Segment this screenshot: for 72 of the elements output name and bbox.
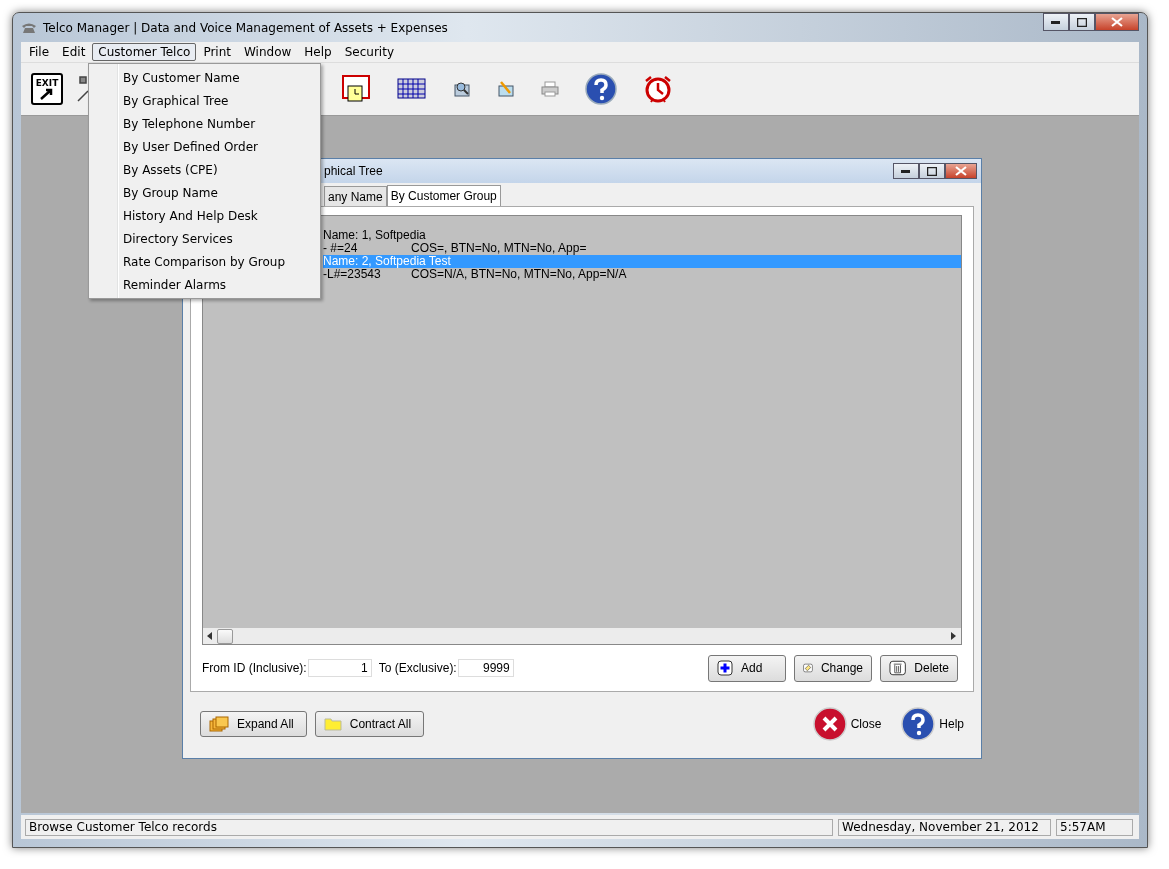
restore-button[interactable]	[919, 163, 945, 179]
restore-icon	[927, 166, 937, 176]
close-icon	[955, 166, 967, 176]
dropdown-item[interactable]: By User Defined Order	[91, 135, 318, 158]
status-date: Wednesday, November 21, 2012	[838, 818, 1051, 836]
edit-icon[interactable]	[497, 80, 515, 98]
menu-item[interactable]: Edit	[56, 43, 92, 61]
menu-item[interactable]: Help	[298, 43, 338, 61]
window-title: phical Tree	[324, 164, 383, 178]
printer-icon[interactable]	[541, 81, 559, 97]
status-time: 5:57AM	[1056, 818, 1133, 836]
menu-item[interactable]: Customer Telco	[92, 43, 197, 61]
tab[interactable]: any Name	[324, 186, 387, 206]
maximize-icon	[1077, 17, 1087, 27]
minimize-button[interactable]	[1043, 13, 1069, 31]
action-button[interactable]: Add	[708, 654, 786, 682]
dropdown-item[interactable]: Reminder Alarms	[91, 273, 318, 296]
minimize-button[interactable]	[893, 163, 919, 179]
tool-icon[interactable]	[77, 75, 89, 103]
close-button[interactable]	[945, 163, 977, 179]
menu-item[interactable]: Security	[338, 43, 400, 61]
trash-icon	[889, 660, 907, 677]
search-icon[interactable]	[453, 80, 471, 98]
status-message: Browse Customer Telco records	[25, 818, 833, 836]
dropdown-item[interactable]: History And Help Desk	[91, 204, 318, 227]
folders-icon	[209, 716, 229, 732]
plus-icon	[717, 660, 733, 677]
dropdown-item[interactable]: Rate Comparison by Group	[91, 250, 318, 273]
dropdown-item[interactable]: By Telephone Number	[91, 112, 318, 135]
tree-button[interactable]: Expand All	[200, 711, 307, 737]
tree-button[interactable]: Contract All	[314, 711, 425, 737]
scroll-right-icon[interactable]	[951, 632, 957, 641]
menu-item[interactable]: Print	[197, 43, 237, 61]
exit-button[interactable]: EXIT	[31, 73, 63, 105]
scroll-thumb[interactable]	[217, 628, 233, 644]
dropdown-item[interactable]: By Customer Name	[91, 66, 318, 89]
minimize-icon	[901, 169, 911, 173]
help-icon	[901, 707, 936, 741]
dropdown-item[interactable]: By Group Name	[91, 181, 318, 204]
action-button[interactable]: Change	[794, 654, 872, 682]
dropdown-item[interactable]: By Graphical Tree	[91, 89, 318, 112]
dialog-button[interactable]: Close	[812, 707, 882, 741]
leaf-details: COS=N/A, BTN=No, MTN=No, App=N/A	[411, 268, 627, 281]
maximize-button[interactable]	[1069, 13, 1095, 31]
help-icon[interactable]	[585, 73, 617, 105]
dropdown-item[interactable]: Directory Services	[91, 227, 318, 250]
tree-leaf[interactable]: - #=24	[323, 242, 411, 255]
leaf-details: COS=, BTN=No, MTN=No, App=	[411, 242, 587, 255]
horizontal-scrollbar[interactable]	[203, 628, 961, 645]
folder-icon	[323, 717, 342, 731]
close-button[interactable]	[1095, 13, 1139, 31]
dialog-button[interactable]: Help	[901, 707, 964, 741]
field-label: To (Exclusive):	[378, 661, 457, 676]
window-title: Telco Manager | Data and Voice Management of Assets + Expenses	[43, 20, 448, 35]
close-icon	[1111, 17, 1123, 27]
tree-leaf[interactable]: -L#=23543	[323, 268, 411, 281]
alarm-clock-icon[interactable]	[643, 74, 673, 104]
menu-item[interactable]: Window	[238, 43, 298, 61]
minimize-icon	[1051, 20, 1061, 24]
scroll-left-icon[interactable]	[207, 632, 213, 641]
field-label: From ID (Inclusive):	[202, 661, 307, 676]
input-field[interactable]: 9999	[457, 659, 514, 678]
dropdown-item[interactable]: By Assets (CPE)	[91, 158, 318, 181]
input-field[interactable]: 1	[307, 659, 372, 678]
action-button[interactable]: Delete	[880, 654, 958, 682]
menu-item[interactable]: File	[23, 43, 56, 61]
calendar-clock-icon[interactable]	[341, 74, 371, 104]
tab[interactable]: By Customer Group	[386, 185, 501, 206]
close-icon	[812, 707, 847, 741]
calendar-icon[interactable]	[397, 78, 427, 100]
phone-icon	[21, 21, 37, 34]
tree-node[interactable]: Name: 1, Softpedia	[323, 229, 961, 242]
